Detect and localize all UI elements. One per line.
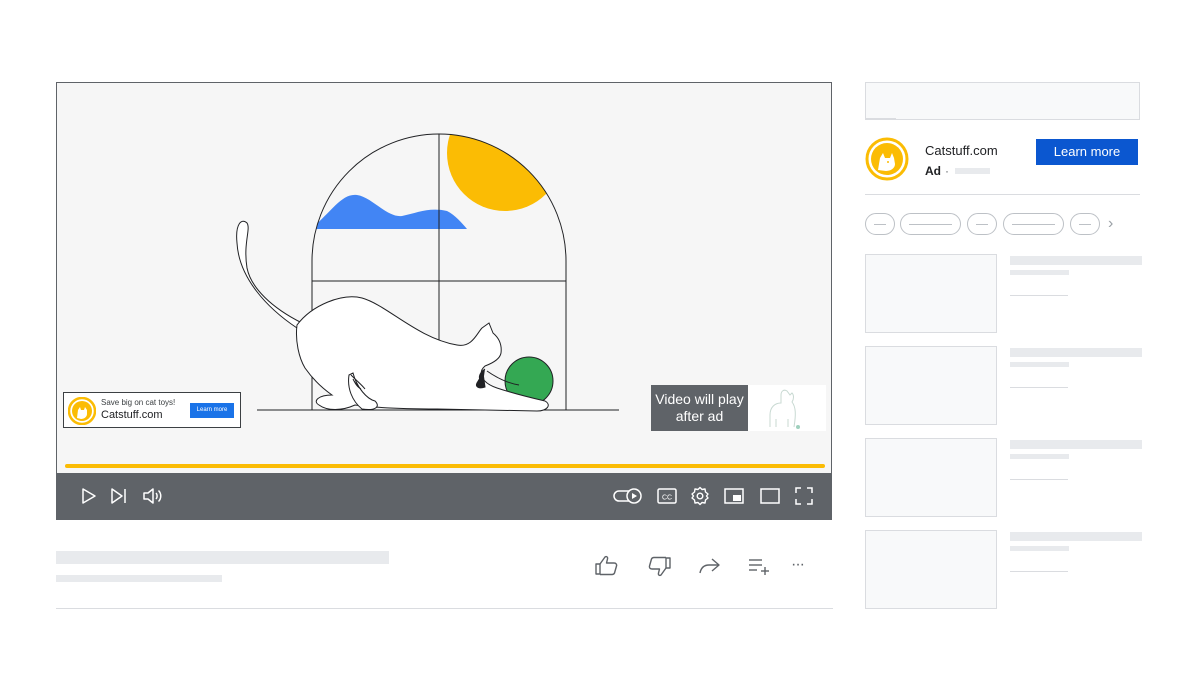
sidebar-companion-banner[interactable] — [865, 82, 1140, 120]
recommended-video-meta-placeholder — [1010, 362, 1069, 367]
sidebar-ad-separator: · — [945, 164, 949, 178]
next-video-thumbnail[interactable] — [748, 385, 826, 431]
captions-icon[interactable]: CC — [656, 485, 678, 507]
chevron-right-icon[interactable]: › — [1108, 214, 1122, 234]
more-icon[interactable]: ··· — [791, 554, 817, 578]
recommended-video-thumbnail[interactable] — [865, 530, 997, 609]
ad-progress-bar[interactable] — [65, 464, 825, 468]
filter-chip[interactable] — [1070, 213, 1100, 235]
overlay-ad-learn-more-button[interactable]: Learn more — [190, 403, 234, 418]
recommended-video-meta-line — [1010, 571, 1068, 572]
recommended-video-meta-placeholder — [1010, 270, 1069, 275]
recommended-video-thumbnail[interactable] — [865, 346, 997, 425]
sidebar-ad-site[interactable]: Catstuff.com — [925, 143, 998, 158]
chips-next-glyph: › — [1108, 215, 1114, 232]
like-icon[interactable] — [594, 554, 620, 578]
recommended-video-meta-line — [1010, 295, 1068, 296]
filter-chip[interactable] — [1003, 213, 1064, 235]
recommended-video-meta-placeholder — [1010, 454, 1069, 459]
recommended-video-thumbnail[interactable] — [865, 438, 997, 517]
recommended-video-title-placeholder — [1010, 532, 1142, 541]
dislike-icon[interactable] — [646, 554, 672, 578]
filter-chip[interactable] — [865, 213, 895, 235]
recommended-video-title-placeholder — [1010, 256, 1142, 265]
recommended-video-meta-line — [1010, 479, 1068, 480]
sidebar-ad-url-placeholder — [955, 168, 990, 174]
player-control-bar: CC — [57, 473, 831, 519]
miniplayer-icon[interactable] — [723, 485, 745, 507]
share-icon[interactable] — [697, 554, 723, 578]
video-area[interactable]: Save big on cat toys! Catstuff.com Learn… — [57, 83, 831, 473]
sidebar-divider — [865, 194, 1140, 195]
cat-shape — [236, 220, 549, 412]
filter-chip[interactable] — [967, 213, 997, 235]
overlay-ad-tagline: Save big on cat toys! — [101, 398, 176, 407]
fullscreen-icon[interactable] — [793, 485, 815, 507]
video-subtitle-placeholder — [56, 575, 222, 582]
cloud-shape — [312, 194, 467, 229]
skip-next-icon[interactable] — [108, 485, 130, 507]
video-title-placeholder — [56, 551, 389, 564]
play-icon[interactable] — [77, 485, 99, 507]
settings-icon[interactable] — [689, 485, 711, 507]
filter-chip[interactable] — [900, 213, 961, 235]
captions-label: CC — [662, 495, 672, 502]
save-to-playlist-icon[interactable] — [747, 554, 773, 578]
learn-more-button[interactable]: Learn more — [1036, 139, 1138, 165]
theater-mode-icon[interactable] — [759, 485, 781, 507]
content-divider — [56, 608, 833, 609]
recommended-video-meta-line — [1010, 387, 1068, 388]
overlay-ad-banner[interactable]: Save big on cat toys! Catstuff.com Learn… — [63, 392, 241, 428]
recommended-video-title-placeholder — [1010, 348, 1142, 357]
video-player[interactable]: Save big on cat toys! Catstuff.com Learn… — [56, 82, 832, 520]
recommended-video-title-placeholder — [1010, 440, 1142, 449]
dog-thumbnail-icon — [769, 389, 800, 429]
catstuff-logo-icon — [865, 137, 909, 181]
catstuff-logo-icon — [68, 397, 96, 425]
recommended-video-thumbnail[interactable] — [865, 254, 997, 333]
recommended-video-meta-placeholder — [1010, 546, 1069, 551]
volume-icon[interactable] — [141, 485, 163, 507]
video-will-play-after-ad: Video will play after ad — [651, 385, 748, 431]
sidebar-ad-label: Ad — [925, 164, 941, 178]
autoplay-toggle-icon[interactable] — [613, 485, 643, 507]
overlay-ad-site: Catstuff.com — [101, 409, 163, 421]
